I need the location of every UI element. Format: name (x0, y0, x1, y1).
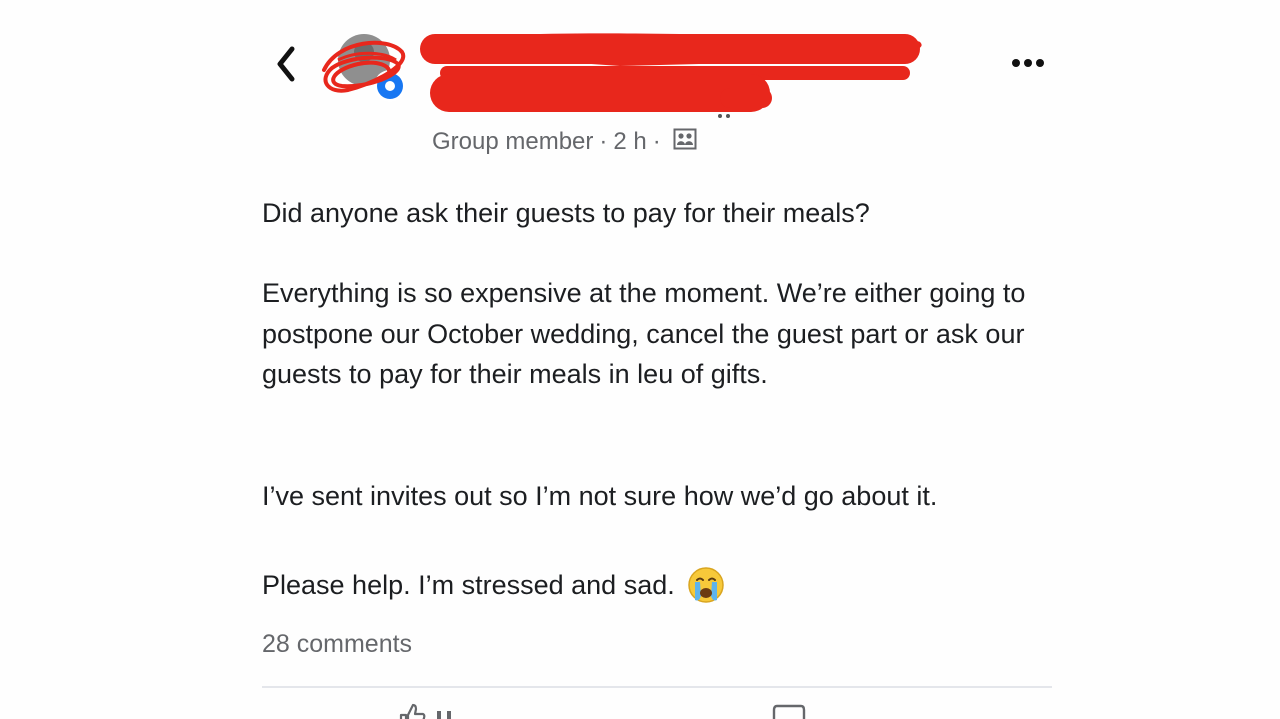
divider (262, 686, 1052, 688)
chevron-left-icon (277, 46, 295, 82)
like-button[interactable] (397, 702, 477, 719)
group-icon (673, 128, 697, 157)
comment-label-fragment (820, 707, 960, 719)
post-paragraph-last: Please help. I’m stressed and sad. (262, 565, 1062, 606)
post-meta: Group member · 2 h · (432, 126, 697, 158)
post-time[interactable]: 2 h (613, 128, 646, 156)
member-role: Group member (432, 128, 594, 155)
avatar[interactable] (318, 30, 410, 104)
post-paragraph: I’ve sent invites out so I’m not sure ho… (262, 481, 938, 511)
ellipsis-icon (1012, 59, 1044, 67)
comment-bubble-icon (772, 704, 806, 719)
like-label-fragment (437, 711, 451, 719)
post-paragraph: Please help. I’m stressed and sad. (262, 570, 675, 600)
post-paragraph: Everything is so expensive at the moment… (262, 278, 1026, 389)
meta-separator: · (652, 128, 661, 155)
action-bar (262, 696, 1052, 719)
thumbs-up-icon (399, 703, 426, 719)
post-paragraph: Did anyone ask their guests to pay for t… (262, 198, 870, 228)
meta-separator: · (599, 128, 608, 155)
comments-count-link[interactable]: 28 comments (262, 630, 412, 659)
crying-face-icon (687, 566, 725, 604)
author-name-redacted (420, 26, 930, 118)
post-view: Group member · 2 h · Did anyone ask thei… (0, 0, 1280, 719)
comment-button[interactable] (772, 702, 960, 719)
more-options-button[interactable] (1004, 46, 1052, 80)
back-button[interactable] (268, 44, 304, 84)
